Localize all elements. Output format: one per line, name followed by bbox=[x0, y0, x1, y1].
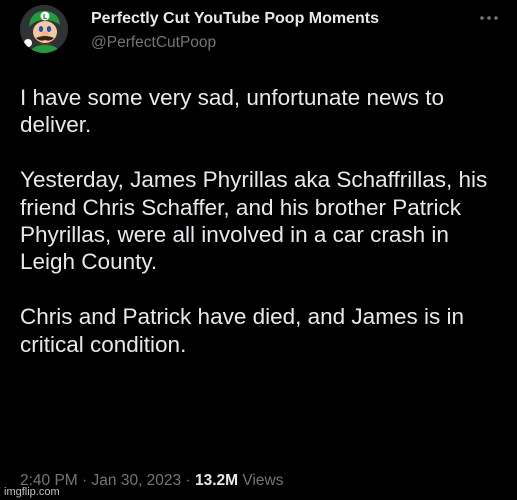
author-handle[interactable]: @PerfectCutPoop bbox=[91, 34, 216, 52]
tweet-paragraph: Yesterday, James Phyrillas aka Schaffril… bbox=[20, 167, 488, 275]
tweet-paragraph: I have some very sad, unfortunate news t… bbox=[20, 85, 444, 138]
svg-text:L: L bbox=[43, 13, 48, 21]
ellipsis-icon[interactable] bbox=[474, 6, 504, 30]
author-display-name[interactable]: Perfectly Cut YouTube Poop Moments bbox=[91, 10, 379, 28]
luigi-avatar-icon[interactable]: L bbox=[20, 5, 68, 53]
meta-separator: · bbox=[185, 472, 191, 489]
views-count[interactable]: 13.2M bbox=[195, 472, 238, 489]
views-label: Views bbox=[242, 472, 284, 489]
tweet-date[interactable]: Jan 30, 2023 bbox=[92, 472, 182, 489]
meta-separator: · bbox=[82, 472, 88, 489]
tweet-paragraph: Chris and Patrick have died, and James i… bbox=[20, 304, 464, 357]
tweet: L Perfectly Cut YouTube Poop Moments @Pe… bbox=[0, 0, 517, 500]
imgflip-watermark: imgflip.com bbox=[4, 486, 60, 498]
tweet-text: I have some very sad, unfortunate news t… bbox=[20, 84, 510, 358]
